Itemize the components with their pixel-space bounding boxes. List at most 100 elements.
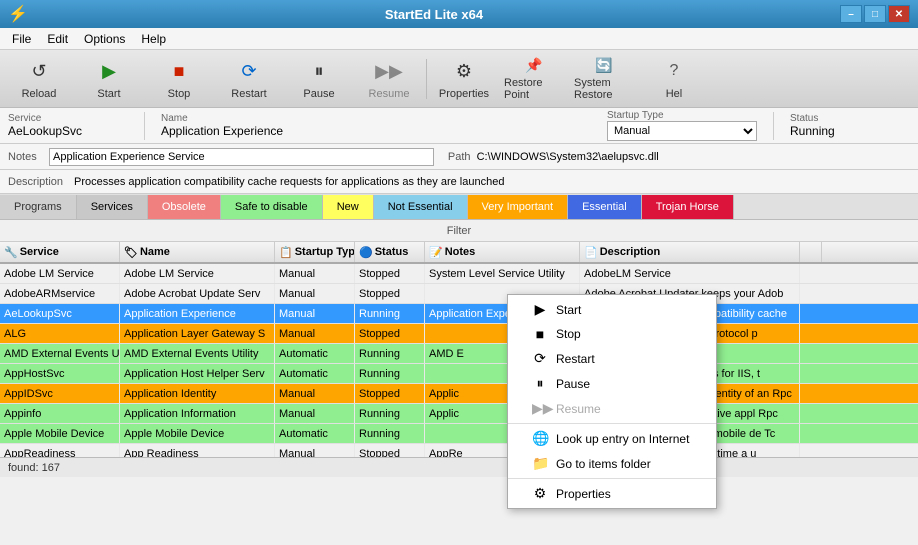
restore-point-button[interactable]: 📌 Restore Point	[499, 52, 569, 106]
resume-button[interactable]: ▶▶ Resume	[354, 52, 424, 106]
menu-options[interactable]: Options	[76, 30, 133, 48]
table-cell: Stopped	[355, 324, 425, 343]
info-divider-1	[144, 112, 145, 140]
status-bar: found: 167	[0, 457, 918, 477]
table-row[interactable]: AMD External Events UtiAMD External Even…	[0, 344, 918, 364]
properties-button[interactable]: ⚙ Properties	[429, 52, 499, 106]
table-cell: Running	[355, 364, 425, 383]
ctx-lookup[interactable]: 🌐 Look up entry on Internet	[508, 426, 716, 451]
tab-safe[interactable]: Safe to disable	[221, 195, 323, 219]
table-row[interactable]: AeLookupSvcApplication ExperienceManualR…	[0, 304, 918, 324]
ctx-stop-icon: ■	[532, 326, 548, 342]
description-label: Description	[8, 176, 68, 188]
notes-col-label: Notes	[445, 246, 476, 258]
status-value: Running	[790, 124, 910, 138]
table-cell: Running	[355, 304, 425, 323]
table-cell: Running	[355, 424, 425, 443]
table-row[interactable]: AdobeARMserviceAdobe Acrobat Update Serv…	[0, 284, 918, 304]
ctx-folder[interactable]: 📁 Go to items folder	[508, 451, 716, 476]
service-label: Service	[8, 113, 128, 124]
table-cell: Adobe LM Service	[0, 264, 120, 283]
service-col-label: Service	[20, 246, 59, 258]
context-menu: ▶ Start ■ Stop ⟳ Restart ⏸ Pause ▶▶ Resu…	[507, 294, 717, 509]
service-info: Service AeLookupSvc	[8, 113, 128, 138]
start-button[interactable]: ▶ Start	[74, 52, 144, 106]
ctx-pause-label: Pause	[556, 377, 590, 391]
tab-very-important[interactable]: Very Important	[468, 195, 569, 219]
pause-label: Pause	[303, 88, 334, 100]
table-cell: Manual	[275, 384, 355, 403]
system-restore-icon: 🔄	[590, 57, 618, 74]
tab-obsolete[interactable]: Obsolete	[148, 195, 221, 219]
notes-input[interactable]	[49, 148, 434, 166]
pause-button[interactable]: ⏸ Pause	[284, 52, 354, 106]
maximize-button[interactable]: □	[864, 5, 886, 23]
window-controls: – □ ✕	[840, 5, 910, 23]
table-cell: Stopped	[355, 264, 425, 283]
startup-type-select[interactable]: Manual Automatic Disabled	[607, 121, 757, 141]
table-row[interactable]: Adobe LM ServiceAdobe LM ServiceManualSt…	[0, 264, 918, 284]
desc-col-label: Description	[600, 246, 661, 258]
menu-edit[interactable]: Edit	[39, 30, 76, 48]
help-button[interactable]: ? Hel	[639, 52, 709, 106]
startup-type-info: Startup Type Manual Automatic Disabled	[607, 110, 757, 141]
restore-point-icon: 📌	[520, 57, 548, 74]
stop-button[interactable]: ■ Stop	[144, 52, 214, 106]
ctx-properties[interactable]: ⚙ Properties	[508, 481, 716, 506]
th-startup[interactable]: 📋 Startup Type	[275, 242, 355, 262]
reload-button[interactable]: ↺ Reload	[4, 52, 74, 106]
ctx-pause[interactable]: ⏸ Pause	[508, 371, 716, 396]
ctx-folder-icon: 📁	[532, 455, 548, 472]
startup-col-icon: 📋	[279, 246, 293, 259]
system-restore-label: System Restore	[574, 77, 634, 101]
table-cell: AdobeLM Service	[580, 264, 800, 283]
notes-col-icon: 📝	[429, 246, 443, 259]
table-row[interactable]: AppHostSvcApplication Host Helper ServAu…	[0, 364, 918, 384]
th-notes[interactable]: 📝 Notes	[425, 242, 580, 262]
help-label: Hel	[666, 88, 683, 100]
tab-new[interactable]: New	[323, 195, 374, 219]
table-row[interactable]: AppReadinessApp ReadinessManualStoppedAp…	[0, 444, 918, 457]
menu-help[interactable]: Help	[133, 30, 174, 48]
tab-programs[interactable]: Programs	[0, 195, 77, 219]
service-value: AeLookupSvc	[8, 124, 128, 138]
tab-not-essential[interactable]: Not Essential	[374, 195, 468, 219]
table-row[interactable]: Apple Mobile DeviceApple Mobile DeviceAu…	[0, 424, 918, 444]
resume-icon: ▶▶	[375, 57, 403, 85]
table-cell: Adobe LM Service	[120, 264, 275, 283]
table-cell: Stopped	[355, 384, 425, 403]
toolbar-separator-1	[426, 59, 427, 99]
th-name[interactable]: 🏷 Name	[120, 242, 275, 262]
minimize-button[interactable]: –	[840, 5, 862, 23]
table-row[interactable]: AppIDSvcApplication IdentityManualStoppe…	[0, 384, 918, 404]
table-cell: Apple Mobile Device	[0, 424, 120, 443]
path-label: Path	[448, 151, 471, 163]
table-cell: AppReadiness	[0, 444, 120, 457]
table-cell: ALG	[0, 324, 120, 343]
system-restore-button[interactable]: 🔄 System Restore	[569, 52, 639, 106]
properties-icon: ⚙	[450, 57, 478, 85]
ctx-start[interactable]: ▶ Start	[508, 297, 716, 322]
status-col-label: Status	[375, 246, 409, 258]
th-description[interactable]: 📄 Description	[580, 242, 800, 262]
menu-file[interactable]: File	[4, 30, 39, 48]
table-row[interactable]: ALGApplication Layer Gateway SManualStop…	[0, 324, 918, 344]
table-cell: AppHostSvc	[0, 364, 120, 383]
properties-label: Properties	[439, 88, 489, 100]
tab-essential[interactable]: Essential	[568, 195, 642, 219]
close-button[interactable]: ✕	[888, 5, 910, 23]
tab-trojan[interactable]: Trojan Horse	[642, 195, 734, 219]
th-status[interactable]: 🔵 Status	[355, 242, 425, 262]
ctx-pause-icon: ⏸	[532, 375, 548, 392]
th-service[interactable]: 🔧 Service	[0, 242, 120, 262]
ctx-restart[interactable]: ⟳ Restart	[508, 346, 716, 371]
ctx-resume[interactable]: ▶▶ Resume	[508, 396, 716, 421]
table-cell: Manual	[275, 444, 355, 457]
ctx-stop[interactable]: ■ Stop	[508, 322, 716, 346]
start-icon: ▶	[95, 57, 123, 85]
ctx-restart-icon: ⟳	[532, 350, 548, 367]
tab-services[interactable]: Services	[77, 195, 148, 219]
table-row[interactable]: AppinfoApplication InformationManualRunn…	[0, 404, 918, 424]
restart-button[interactable]: ⟳ Restart	[214, 52, 284, 106]
status-info: Status Running	[790, 113, 910, 138]
